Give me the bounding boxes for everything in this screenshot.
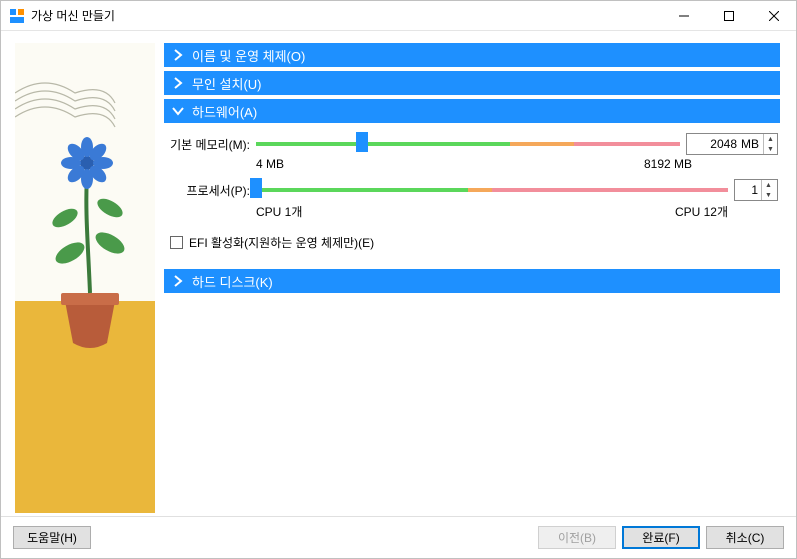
efi-label: EFI 활성화(지원하는 운영 체제만)(E) [189,234,374,251]
help-button[interactable]: 도움말(H) [13,526,91,549]
memory-label: 기본 메모리(M): [166,136,250,153]
section-harddisk[interactable]: 하드 디스크(K) [164,269,780,293]
back-button: 이전(B) [538,526,616,549]
titlebar: 가상 머신 만들기 [1,1,796,31]
memory-ticks: 4 MB 8192 MB [166,157,778,171]
memory-unit: MB [741,137,763,151]
section-label: 하드웨어(A) [192,102,257,121]
app-logo-icon [9,8,25,24]
hardware-body: 기본 메모리(M): MB ▲▼ [164,127,780,265]
section-label: 하드 디스크(K) [192,272,273,291]
section-unattended[interactable]: 무인 설치(U) [164,71,780,95]
spinner-arrows[interactable]: ▲▼ [761,180,775,200]
sidebar [1,31,158,516]
memory-slider[interactable] [256,134,680,154]
finish-button[interactable]: 완료(F) [622,526,700,549]
memory-row: 기본 메모리(M): MB ▲▼ [166,133,778,155]
main-panel: 이름 및 운영 체제(O) 무인 설치(U) 하드웨어(A) 기본 메모리(M)… [158,31,796,516]
slider-thumb[interactable] [356,132,368,152]
memory-min: 4 MB [256,157,284,171]
cpu-max: CPU 12개 [675,203,728,220]
memory-spinner[interactable]: MB ▲▼ [686,133,778,155]
slider-thumb[interactable] [250,178,262,198]
wizard-illustration [15,43,155,513]
close-button[interactable] [751,1,796,30]
spinner-arrows[interactable]: ▲▼ [763,134,777,154]
cpu-ticks: CPU 1개 CPU 12개 [166,203,778,220]
window-title: 가상 머신 만들기 [31,7,661,24]
cpu-row: 프로세서(P): ▲▼ [166,179,778,201]
minimize-button[interactable] [661,1,706,30]
section-label: 무인 설치(U) [192,74,262,93]
chevron-right-icon [172,49,184,61]
chevron-right-icon [172,77,184,89]
cpu-input[interactable] [735,183,761,197]
content-area: 이름 및 운영 체제(O) 무인 설치(U) 하드웨어(A) 기본 메모리(M)… [1,31,796,516]
cpu-spinner[interactable]: ▲▼ [734,179,778,201]
section-hardware[interactable]: 하드웨어(A) [164,99,780,123]
memory-input[interactable] [687,137,741,151]
cpu-label: 프로세서(P): [166,182,250,199]
cpu-min: CPU 1개 [256,203,302,220]
memory-max: 8192 MB [644,157,692,171]
cancel-button[interactable]: 취소(C) [706,526,784,549]
maximize-button[interactable] [706,1,751,30]
efi-row[interactable]: EFI 활성화(지원하는 운영 체제만)(E) [166,228,778,255]
section-name-os[interactable]: 이름 및 운영 체제(O) [164,43,780,67]
efi-checkbox[interactable] [170,236,183,249]
chevron-down-icon [172,105,184,117]
chevron-right-icon [172,275,184,287]
section-label: 이름 및 운영 체제(O) [192,46,305,65]
cpu-slider[interactable] [256,180,728,200]
footer: 도움말(H) 이전(B) 완료(F) 취소(C) [1,516,796,558]
